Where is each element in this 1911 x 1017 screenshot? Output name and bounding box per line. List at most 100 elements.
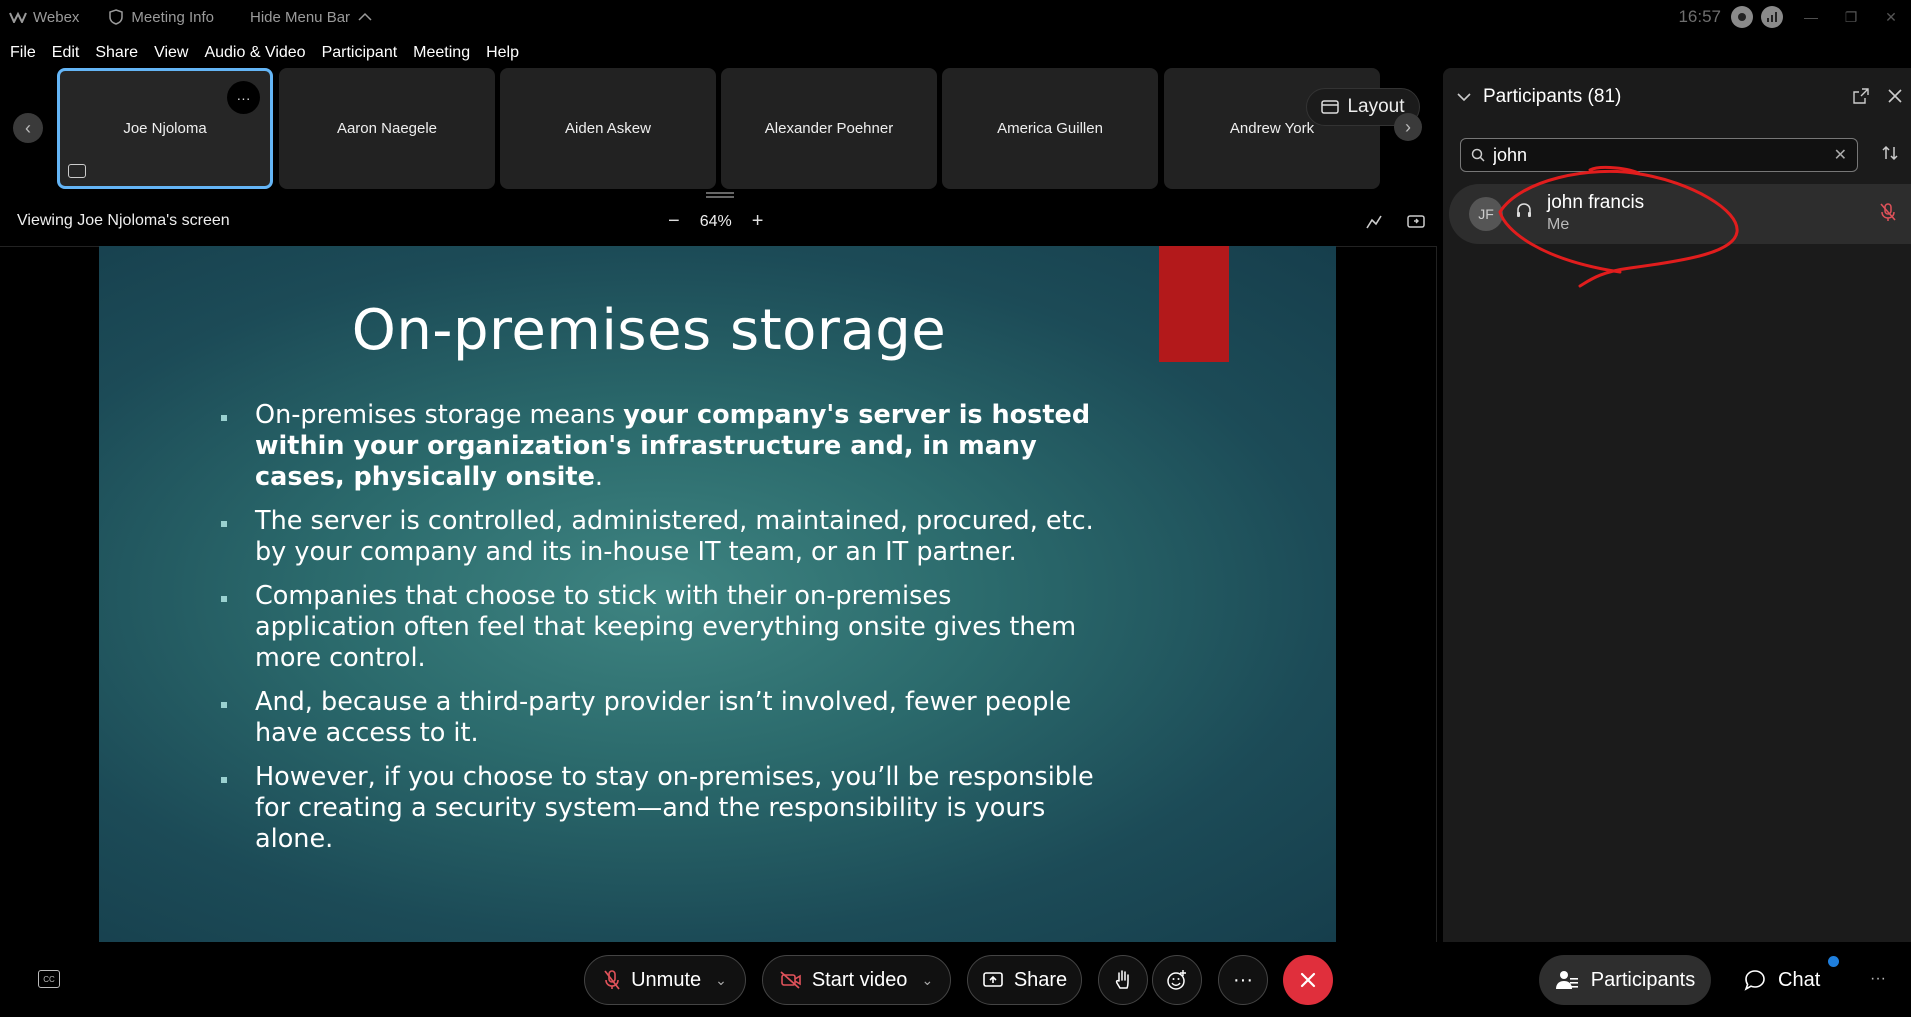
search-icon [1471,148,1485,162]
video-tile-name: Aiden Askew [565,120,651,137]
layout-icon [1321,100,1340,114]
video-tile-name: Aaron Naegele [336,120,438,137]
tile-more-options-button[interactable]: ··· [227,81,260,114]
participant-search-input[interactable] [1493,144,1813,166]
participants-tab-button[interactable]: Participants [1539,955,1711,1005]
participant-name: john francis [1547,192,1645,213]
participants-icon [1555,971,1578,989]
leave-meeting-button[interactable] [1283,955,1333,1005]
meeting-info-label: Meeting Info [131,8,214,26]
raise-hand-icon [1115,970,1129,989]
viewing-screen-label: Viewing Joe Njoloma's screen [17,212,230,229]
title-bar: Webex Meeting Info Hide Menu Bar 16:57 —… [0,0,1911,34]
restore-window-button[interactable]: ❐ [1831,0,1871,34]
menu-participant[interactable]: Participant [322,44,398,62]
title-bar-right: 16:57 — ❐ ✕ [1678,0,1911,34]
participant-subtitle: Me [1547,216,1570,233]
app-name: Webex [33,8,80,26]
menu-meeting[interactable]: Meeting [413,44,470,62]
muted-mic-icon[interactable] [1879,202,1897,227]
slide-bullet: However, if you choose to stay on-premis… [219,762,1099,855]
participants-tab-label: Participants [1590,968,1696,991]
video-options-chevron-icon[interactable]: ⌄ [921,972,933,989]
menu-bar: File Edit Share View Audio & Video Parti… [0,41,525,65]
video-tile-name: Andrew York [1229,120,1315,137]
pop-out-icon[interactable] [1853,88,1869,104]
share-button[interactable]: Share [967,955,1082,1005]
zoom-out-button[interactable]: − [668,210,680,233]
menu-audio-video[interactable]: Audio & Video [204,44,305,62]
chat-tab-label: Chat [1778,968,1821,991]
video-tile-alexander-poehner[interactable]: Alexander Poehner [721,68,937,189]
emoji-icon [1167,970,1186,990]
video-tile-name: Alexander Poehner [764,120,894,137]
pop-out-share-icon[interactable] [1406,212,1426,232]
layout-label: Layout [1347,96,1405,117]
close-panel-icon[interactable] [1887,88,1903,104]
reactions-button[interactable] [1152,955,1202,1005]
zoom-in-button[interactable]: + [752,210,764,233]
recording-status-icon[interactable] [1731,6,1753,28]
menu-help[interactable]: Help [486,44,519,62]
slide-bullet: And, because a third-party provider isn’… [219,687,1099,749]
unmute-button[interactable]: Unmute ⌄ [584,955,746,1005]
start-video-label: Start video [811,968,908,991]
participants-panel-header[interactable]: Participants (81) [1457,86,1621,108]
video-off-icon [780,971,801,989]
sort-icon[interactable] [1881,144,1899,167]
slide-bullet: On-premises storage means your company's… [219,400,1099,493]
webex-meeting-window: Webex Meeting Info Hide Menu Bar 16:57 —… [0,0,1911,1017]
filmstrip-prev-button[interactable]: ‹ [13,113,43,143]
slide-bullet: Companies that choose to stick with thei… [219,581,1099,674]
slide-bullet: The server is controlled, administered, … [219,506,1099,568]
video-filmstrip: ‹ Joe Njoloma ··· Aaron Naegele Aiden As… [0,68,1430,190]
menu-view[interactable]: View [154,44,188,62]
chat-icon [1744,970,1765,991]
video-tile-name: Joe Njoloma [123,120,207,137]
slide-title: On-premises storage [351,298,947,363]
chevron-down-icon [1457,93,1471,102]
share-screen-icon [983,972,1003,987]
video-tile-joe-njoloma[interactable]: Joe Njoloma ··· [57,68,273,189]
filmstrip-resize-handle[interactable] [706,192,734,198]
video-tile-aaron-naegele[interactable]: Aaron Naegele [279,68,495,189]
closed-captions-button[interactable]: CC [38,970,60,988]
chat-tab-button[interactable]: Chat [1744,955,1820,1005]
webex-logo-icon [9,11,27,23]
participant-row[interactable]: JF john francis Me [1449,184,1911,244]
close-window-button[interactable]: ✕ [1871,0,1911,34]
panel-tools [1853,88,1903,104]
shared-slide: On-premises storage On-premises storage … [99,246,1336,942]
zoom-controls: − 64% + [668,210,763,233]
muted-mic-icon [604,970,620,990]
bottom-more-button[interactable]: ··· [1870,970,1886,988]
chevron-up-icon [358,12,372,21]
network-health-icon[interactable] [1761,6,1783,28]
app-title: Webex [9,9,79,26]
slide-bullet-list: On-premises storage means your company's… [219,400,1099,868]
chat-unread-badge [1828,956,1839,967]
share-label: Share [1013,968,1068,991]
filmstrip-next-button[interactable]: › [1394,113,1422,141]
video-tile-america-guillen[interactable]: America Guillen [942,68,1158,189]
menu-share[interactable]: Share [95,44,138,62]
participant-search-field[interactable]: ✕ [1460,138,1858,172]
more-options-button[interactable]: ··· [1218,955,1268,1005]
video-tile-andrew-york[interactable]: Andrew York [1164,68,1380,189]
zoom-level: 64% [699,212,732,230]
clock: 16:57 [1678,7,1721,26]
minimize-window-button[interactable]: — [1791,0,1831,34]
menu-file[interactable]: File [10,44,36,62]
video-tile-aiden-askew[interactable]: Aiden Askew [500,68,716,189]
audio-options-chevron-icon[interactable]: ⌄ [715,972,727,989]
annotate-icon[interactable] [1364,212,1384,232]
raise-hand-button[interactable] [1098,955,1148,1005]
close-icon [1300,972,1316,988]
menu-edit[interactable]: Edit [52,44,80,62]
hide-menu-bar-button[interactable]: Hide Menu Bar [250,9,372,26]
headset-icon [1515,202,1533,225]
clear-search-icon[interactable]: ✕ [1834,145,1847,165]
meeting-info-button[interactable]: Meeting Info [109,9,214,26]
start-video-button[interactable]: Start video ⌄ [762,955,951,1005]
participants-panel-title: Participants (81) [1483,86,1622,107]
